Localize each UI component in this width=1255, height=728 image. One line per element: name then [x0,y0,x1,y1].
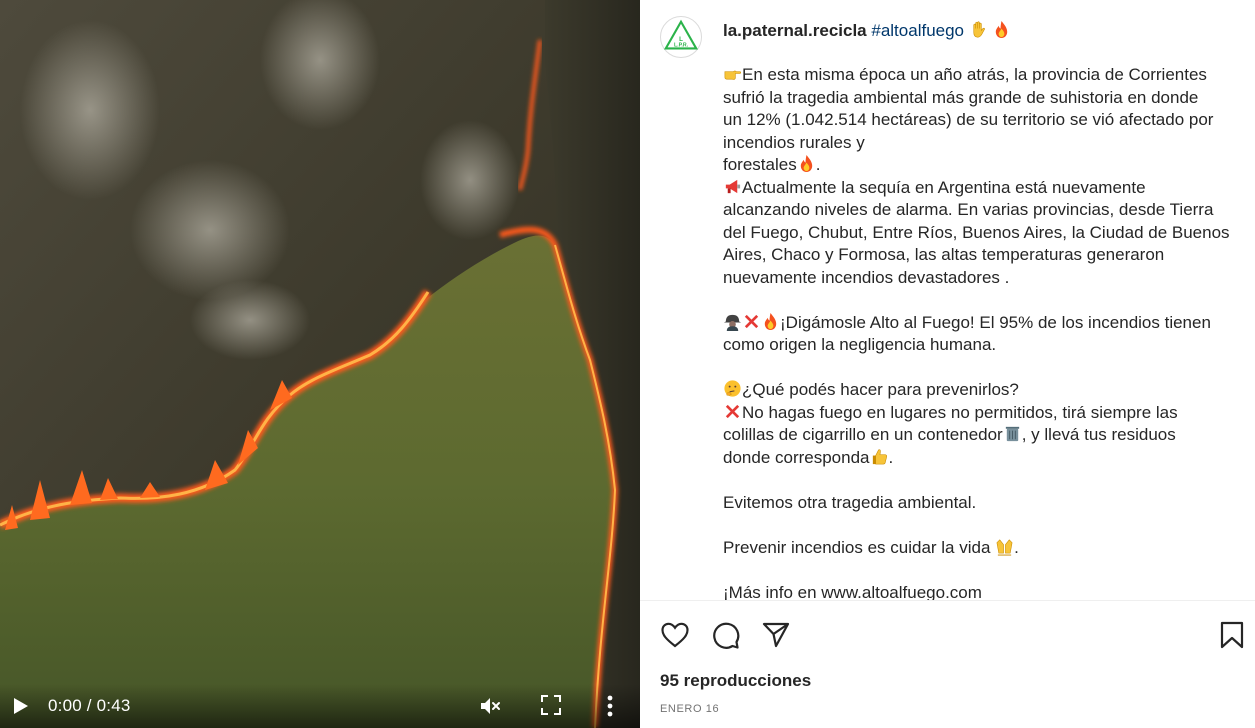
raising-hands-icon [995,537,1014,556]
caption-line-text: nuevamente incendios devastadores . [723,267,1010,287]
caption-line-text: como origen la negligencia humana. [723,335,997,354]
caption-line: ¡Digámosle Alto al Fuego! El 95% de los … [723,312,1233,335]
post-caption: la.paternal.recicla #altoalfuego En esta… [723,20,1233,600]
view-count[interactable]: 95 reproducciones [660,671,811,691]
caption-line-text: donde corresponda [723,447,870,467]
avatar[interactable]: L L.P.R. [660,16,702,58]
caption-line-text: ¡Digámosle Alto al Fuego! El 95% de los … [780,312,1211,332]
caption-line: forestales. [723,154,1233,177]
caption-line-text: alcanzando niveles de alarma. En varias … [723,200,1214,219]
caption-line: Prevenir incendios es cuidar la vida . [723,537,1233,560]
caption-line-text: Evitemos otra tragedia ambiental. [723,492,977,512]
caption-line-tail: . [1014,537,1019,557]
caption-line-text: ¡Más info en www.altoalfuego.com [723,582,982,601]
caption-line-text: incendios rurales y [723,132,865,152]
caption-line-text: un 12% (1.042.514 hectáreas) de su terri… [723,110,1214,129]
bookmark-icon[interactable] [1217,620,1247,650]
comment-bubble-icon[interactable] [710,620,740,650]
thinking-face-icon [723,379,742,398]
caption-line-tail: , y llevá tus residuos [1021,425,1176,444]
caption-line: incendios rurales y [723,132,1233,155]
caption-line: Actualmente la sequía en Argentina está … [723,177,1233,200]
caption-line: En esta misma época un año atrás, la pro… [723,64,1233,87]
post-date[interactable]: ENERO 16 [660,703,719,715]
caption-line: alcanzando niveles de alarma. En varias … [723,199,1233,222]
thumbs-up-icon [870,447,889,466]
vertical-dots-icon[interactable] [600,692,620,720]
caption-line: No hagas fuego en lugares no permitidos,… [723,402,1233,425]
caption-line-text: del Fuego, Chubut, Entre Ríos, Buenos Ai… [723,222,1230,242]
caption-line-text: ¿Qué podés hacer para prevenirlos? [742,380,1019,399]
cross-mark-icon [742,312,761,331]
section-divider [640,600,1255,601]
play-icon[interactable] [12,696,30,716]
caption-line: un 12% (1.042.514 hectáreas) de su terri… [723,109,1233,132]
caption-line-text: forestales [723,155,797,174]
caption-line-tail: . [888,447,894,467]
speaker-muted-icon[interactable] [478,694,502,718]
caption-scroll-area[interactable]: L L.P.R. la.paternal.recicla #altoalfueg… [640,0,1255,600]
caption-line: Aires, Chaco y Formosa, las altas temper… [723,244,1233,267]
caption-line-text: colillas de cigarrillo en un contenedor [723,425,1003,444]
caption-line-text: Prevenir incendios es cuidar la vida [723,537,996,557]
trash-can-icon [1003,424,1022,443]
avatar-logo-text: L.P.R. [674,43,689,49]
caption-header: la.paternal.recicla #altoalfuego [723,20,1233,42]
caption-line: donde corresponda. [723,447,1233,470]
hashtag-link[interactable]: #altoalfuego [871,21,964,40]
caption-line-text: En esta misma época un año atrás, la pro… [742,65,1207,84]
caption-line: nuevamente incendios devastadores . [723,267,1233,290]
post-side-panel: L L.P.R. la.paternal.recicla #altoalfueg… [640,0,1255,728]
caption-line-text: No hagas fuego en lugares no permitidos,… [742,402,1178,422]
fire-icon [797,154,816,173]
caption-line-tail: . [815,155,821,174]
caption-line-text: Aires, Chaco y Formosa, las altas temper… [723,245,1165,264]
caption-line: ¡Más info en www.altoalfuego.com [723,582,1233,601]
caption-line-text: Actualmente la sequía en Argentina está … [742,177,1146,197]
firefighter-icon [723,312,742,331]
caption-line: del Fuego, Chubut, Entre Ríos, Buenos Ai… [723,222,1233,245]
caption-line: como origen la negligencia humana. [723,334,1233,357]
caption-line: sufrió la tragedia ambiental más grande … [723,87,1233,110]
video-controls-bar: 0:00 / 0:43 [0,684,640,728]
caption-line: Evitemos otra tragedia ambiental. [723,492,1233,515]
cross-mark-icon [723,402,742,421]
caption-body: En esta misma época un año atrás, la pro… [723,64,1233,600]
action-bar [640,612,1255,656]
caption-line: colillas de cigarrillo en un contenedor,… [723,424,1233,447]
fire-icon [761,312,780,331]
fire-icon [992,20,1011,39]
pointing-hand-icon [723,64,742,83]
caption-line-text: sufrió la tragedia ambiental más grande … [723,87,1199,107]
video-player[interactable]: 0:00 / 0:43 [0,0,640,728]
paper-plane-icon[interactable] [761,620,791,650]
heart-icon[interactable] [660,620,690,650]
megaphone-icon [723,177,742,196]
fullscreen-icon[interactable] [540,694,562,716]
caption-line: ¿Qué podés hacer para prevenirlos? [723,379,1233,402]
video-time-display: 0:00 / 0:43 [48,696,131,715]
raised-hand-icon [969,20,988,39]
video-frame-aerial-wildfire [0,0,640,728]
username-link[interactable]: la.paternal.recicla [723,21,867,40]
